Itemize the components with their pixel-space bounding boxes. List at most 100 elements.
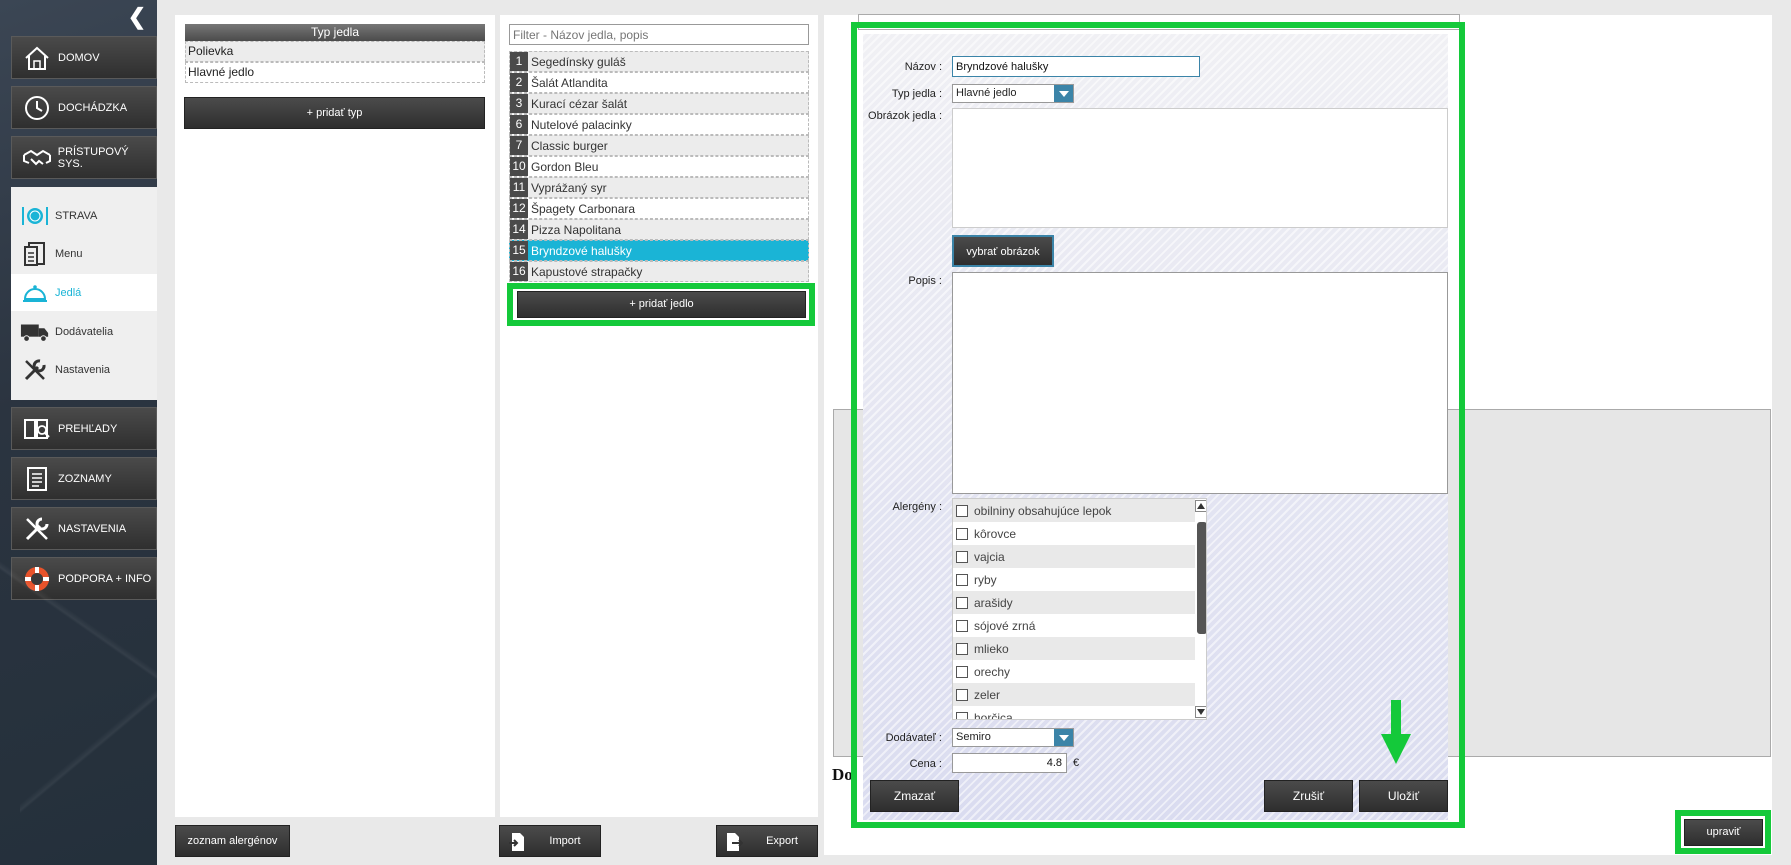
- allergen-checkbox[interactable]: [956, 596, 968, 609]
- type-row-polievka[interactable]: Polievka: [185, 41, 485, 62]
- truck-icon: [20, 318, 50, 346]
- handshake-icon: [20, 143, 54, 173]
- food-item-name: Gordon Bleu: [531, 159, 599, 174]
- edit-button[interactable]: upraviť: [1684, 819, 1763, 846]
- allergen-item[interactable]: orechy: [953, 660, 1195, 683]
- nav-prehlady[interactable]: PREHĽADY: [11, 407, 157, 450]
- name-input[interactable]: [952, 56, 1200, 77]
- food-list-item[interactable]: 7 Classic burger: [509, 135, 809, 156]
- food-list-item[interactable]: 15 Bryndzové halušky: [509, 240, 809, 261]
- name-label: Názov :: [904, 61, 942, 73]
- export-button[interactable]: Export: [716, 825, 818, 857]
- food-item-number: 11: [510, 178, 528, 197]
- menu-doc-icon: [20, 240, 50, 268]
- allergens-list-button[interactable]: zoznam alergénov: [175, 825, 290, 857]
- nav-nastavenia-strava[interactable]: Nastavenia: [11, 351, 157, 388]
- allergen-item[interactable]: zeler: [953, 683, 1195, 706]
- allergen-label: mlieko: [974, 641, 1009, 656]
- food-item-number: 6: [510, 115, 528, 134]
- chevron-down-icon: [1054, 729, 1073, 746]
- allergen-item[interactable]: horčica: [953, 706, 1195, 720]
- type-select[interactable]: Hlavné jedlo: [952, 84, 1074, 103]
- import-icon: [509, 833, 524, 851]
- clock-icon: [20, 93, 54, 123]
- food-item-name: Nutelové palacinky: [531, 117, 632, 132]
- image-preview: [952, 108, 1448, 228]
- nav-podpora-info[interactable]: PODPORA + INFO: [11, 557, 157, 600]
- food-list-item[interactable]: 12 Špagety Carbonara: [509, 198, 809, 219]
- detail-heading-partial: Do: [832, 765, 853, 784]
- add-type-button[interactable]: + pridať typ: [184, 97, 485, 129]
- description-textarea[interactable]: [952, 272, 1448, 494]
- allergen-item[interactable]: arašidy: [953, 591, 1195, 614]
- allergens-list[interactable]: horčica zeler orechy mlieko sójové zrná araši…: [952, 498, 1207, 720]
- arrow-down-indicator-icon: [1381, 700, 1411, 764]
- sidebar: ❮ DOMOV DOCHÁDZKA PRÍSTUPOVÝ SYS. STRAVA: [0, 0, 157, 865]
- food-filter-input[interactable]: [509, 24, 809, 45]
- allergen-checkbox[interactable]: [956, 688, 968, 701]
- food-item-number: 15: [510, 241, 528, 260]
- supplier-select-value: Semiro: [956, 731, 991, 743]
- add-food-button[interactable]: + pridať jedlo: [517, 291, 806, 318]
- allergen-checkbox[interactable]: [956, 711, 968, 719]
- nav-zoznamy[interactable]: ZOZNAMY: [11, 457, 157, 500]
- delete-button[interactable]: Zmazať: [870, 780, 959, 812]
- food-list-item[interactable]: 6 Nutelové palacinky: [509, 114, 809, 135]
- price-input[interactable]: [952, 753, 1067, 773]
- nav-jedla[interactable]: Jedlá: [11, 274, 157, 311]
- chevron-down-icon: [1054, 85, 1073, 102]
- allergen-item[interactable]: kôrovce: [953, 522, 1195, 545]
- allergen-checkbox[interactable]: [956, 665, 968, 678]
- chevron-left-icon[interactable]: ❮: [126, 6, 148, 28]
- save-button[interactable]: Uložiť: [1359, 780, 1448, 812]
- allergen-checkbox[interactable]: [956, 619, 968, 632]
- lifebuoy-icon: [20, 564, 54, 594]
- food-item-name: Segedínsky guláš: [531, 54, 626, 69]
- allergen-label: arašidy: [974, 595, 1013, 610]
- nav-pristupovy-system[interactable]: PRÍSTUPOVÝ SYS.: [11, 136, 157, 179]
- supplier-select[interactable]: Semiro: [952, 728, 1074, 747]
- food-item-name: Bryndzové halušky: [531, 243, 632, 258]
- food-list-item[interactable]: 16 Kapustové strapačky: [509, 261, 809, 282]
- choose-image-button[interactable]: vybrať obrázok: [952, 235, 1054, 267]
- nav-dodavatelia[interactable]: Dodávatelia: [11, 313, 157, 350]
- food-list-item[interactable]: 14 Pizza Napolitana: [509, 219, 809, 240]
- allergen-item[interactable]: mlieko: [953, 637, 1195, 660]
- scroll-up-arrow[interactable]: [1195, 500, 1206, 512]
- allergen-label: zeler: [974, 687, 1001, 702]
- type-list-header: Typ jedla: [185, 24, 485, 41]
- nav-strava[interactable]: STRAVA: [11, 197, 157, 234]
- export-icon: [727, 833, 743, 851]
- allergen-checkbox[interactable]: [956, 527, 968, 540]
- allergen-checkbox[interactable]: [956, 573, 968, 586]
- list-icon: [20, 464, 54, 494]
- cancel-button[interactable]: Zrušiť: [1264, 780, 1353, 812]
- allergen-item[interactable]: obilniny obsahujúce lepok: [953, 499, 1195, 522]
- allergen-label: ryby: [974, 572, 997, 587]
- allergen-item[interactable]: sójové zrná: [953, 614, 1195, 637]
- arrow-up-icon: [1197, 503, 1205, 509]
- allergen-label: horčica: [974, 710, 1013, 720]
- nav-menu[interactable]: Menu: [11, 235, 157, 272]
- allergen-item[interactable]: ryby: [953, 568, 1195, 591]
- allergen-checkbox[interactable]: [956, 550, 968, 563]
- food-item-number: 1: [510, 52, 528, 71]
- food-list-item[interactable]: 2 Šalát Atlandita: [509, 72, 809, 93]
- nav-nastavenia[interactable]: NASTAVENIA: [11, 507, 157, 550]
- allergen-label: sójové zrná: [974, 618, 1036, 633]
- nav-dochadzka[interactable]: DOCHÁDZKA: [11, 86, 157, 129]
- allergen-item[interactable]: vajcia: [953, 545, 1195, 568]
- food-list-item[interactable]: 10 Gordon Bleu: [509, 156, 809, 177]
- food-list-item[interactable]: 1 Segedínsky guláš: [509, 51, 809, 72]
- scrollbar-thumb[interactable]: [1197, 522, 1206, 634]
- allergen-label: vajcia: [974, 549, 1005, 564]
- scroll-down-arrow[interactable]: [1195, 706, 1206, 718]
- food-list-item[interactable]: 3 Kurací cézar šalát: [509, 93, 809, 114]
- nav-domov[interactable]: DOMOV: [11, 36, 157, 79]
- food-list-item[interactable]: 11 Vyprážaný syr: [509, 177, 809, 198]
- import-button[interactable]: Import: [499, 825, 601, 857]
- allergen-checkbox[interactable]: [956, 642, 968, 655]
- food-item-number: 14: [510, 220, 528, 239]
- allergen-checkbox[interactable]: [956, 504, 968, 517]
- type-row-hlavne-jedlo[interactable]: Hlavné jedlo: [185, 62, 485, 83]
